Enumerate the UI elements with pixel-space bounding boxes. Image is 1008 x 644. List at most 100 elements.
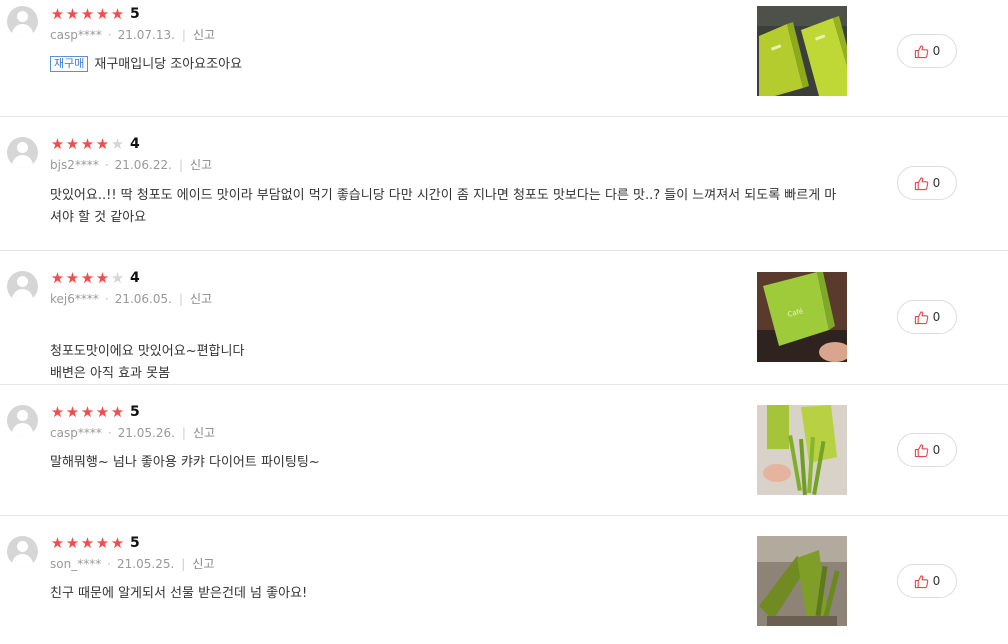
review-date: 21.06.22.	[114, 157, 172, 172]
star-icon: ★	[95, 5, 110, 23]
review-photo[interactable]	[757, 405, 847, 495]
rating-score: 4	[130, 136, 140, 152]
star-icon: ★	[50, 135, 65, 153]
review-meta: kej6**** · 21.06.05. | 신고	[50, 290, 213, 307]
like-count: 0	[932, 443, 941, 457]
review-body: 친구 때문에 알게되서 선물 받은건데 넘 좋아요!	[50, 586, 308, 601]
review-date: 21.06.05.	[114, 291, 172, 306]
like-button[interactable]: 0	[897, 300, 957, 334]
review-photo[interactable]	[757, 6, 847, 96]
product-hand-photo: Café	[757, 272, 847, 362]
report-link[interactable]: 신고	[190, 290, 212, 307]
review-meta: son_**** · 21.05.25. | 신고	[50, 555, 215, 572]
star-rating: ★ ★ ★ ★ ★	[50, 269, 125, 287]
review-body: 맛있어요..!! 딱 청포도 에이드 맛이라 부담없이 먹기 좋습니당 다만 시…	[50, 188, 837, 225]
review-meta: bjs2**** · 21.06.22. | 신고	[50, 156, 213, 173]
review-item: ★ ★ ★ ★ ★ 4 bjs2**** · 21.06.22. | 신고 맛있어요..…	[0, 117, 1008, 251]
user-id: kej6****	[50, 291, 99, 306]
review-body: 재구매입니당 조아요조아요	[94, 57, 243, 72]
thumbs-up-icon	[914, 44, 928, 58]
review-item: ★ ★ ★ ★ ★ 4 kej6**** · 21.06.05. | 신고 청포도맛이에…	[0, 251, 1008, 385]
star-rating: ★ ★ ★ ★ ★	[50, 5, 125, 23]
report-link[interactable]: 신고	[192, 555, 214, 572]
star-icon: ★	[95, 403, 110, 421]
rating-score: 5	[130, 404, 140, 420]
like-button[interactable]: 0	[897, 34, 957, 68]
review-item: ★ ★ ★ ★ ★ 5 casp**** · 21.05.26. | 신고 말해뭐행~ …	[0, 385, 1008, 516]
review-item: ★ ★ ★ ★ ★ 5 casp**** · 21.07.13. | 신고 재구매 재구매…	[0, 0, 1008, 117]
review-meta: casp**** · 21.05.26. | 신고	[50, 424, 216, 441]
like-count: 0	[932, 310, 941, 324]
star-icon: ★	[65, 403, 80, 421]
like-count: 0	[932, 44, 941, 58]
rating: ★ ★ ★ ★ ★ 5	[50, 403, 140, 421]
rating: ★ ★ ★ ★ ★ 5	[50, 534, 140, 552]
star-icon: ★	[95, 135, 110, 153]
repurchase-badge: 재구매	[50, 56, 89, 72]
review-text: 말해뭐행~ 넘나 좋아용 캬캬 다이어트 파이팅팅~	[50, 452, 840, 474]
report-link[interactable]: 신고	[190, 156, 212, 173]
report-link[interactable]: 신고	[193, 26, 215, 43]
review-text: 재구매 재구매입니당 조아요조아요	[50, 54, 840, 76]
star-icon: ★	[110, 534, 125, 552]
thumbs-up-icon	[914, 310, 928, 324]
star-icon: ★	[65, 534, 80, 552]
avatar	[7, 536, 38, 567]
star-icon: ★	[110, 403, 125, 421]
star-icon: ★	[80, 5, 95, 23]
star-icon: ★	[110, 5, 125, 23]
rating-score: 4	[130, 270, 140, 286]
star-icon: ★	[65, 5, 80, 23]
avatar	[7, 137, 38, 168]
review-photo[interactable]: Café	[757, 272, 847, 362]
star-icon: ★	[110, 135, 125, 153]
star-icon: ★	[80, 403, 95, 421]
star-icon: ★	[65, 135, 80, 153]
rating: ★ ★ ★ ★ ★ 4	[50, 135, 140, 153]
star-rating: ★ ★ ★ ★ ★	[50, 534, 125, 552]
avatar	[7, 271, 38, 302]
avatar	[7, 405, 38, 436]
rating: ★ ★ ★ ★ ★ 4	[50, 269, 140, 287]
star-rating: ★ ★ ★ ★ ★	[50, 403, 125, 421]
like-count: 0	[932, 574, 941, 588]
review-body: 말해뭐행~ 넘나 좋아용 캬캬 다이어트 파이팅팅~	[50, 455, 320, 470]
review-item: ★ ★ ★ ★ ★ 5 son_**** · 21.05.25. | 신고 친구 때문에…	[0, 516, 1008, 644]
review-date: 21.05.25.	[117, 556, 175, 571]
report-link[interactable]: 신고	[193, 424, 215, 441]
star-rating: ★ ★ ★ ★ ★	[50, 135, 125, 153]
star-icon: ★	[95, 534, 110, 552]
rating-score: 5	[130, 535, 140, 551]
product-sticks-photo	[757, 405, 847, 495]
star-icon: ★	[110, 269, 125, 287]
star-icon: ★	[50, 5, 65, 23]
review-date: 21.07.13.	[117, 27, 175, 42]
review-date: 21.05.26.	[117, 425, 175, 440]
star-icon: ★	[80, 534, 95, 552]
product-box-photo	[757, 6, 847, 96]
thumbs-up-icon	[914, 443, 928, 457]
like-button[interactable]: 0	[897, 433, 957, 467]
thumbs-up-icon	[914, 176, 928, 190]
review-text: 친구 때문에 알게되서 선물 받은건데 넘 좋아요!	[50, 583, 840, 605]
like-button[interactable]: 0	[897, 166, 957, 200]
like-count: 0	[932, 176, 941, 190]
star-icon: ★	[50, 403, 65, 421]
product-sticks-photo	[757, 536, 847, 626]
star-icon: ★	[80, 135, 95, 153]
user-id: bjs2****	[50, 157, 99, 172]
review-body: 청포도맛이에요 맛있어요~편합니다 배변은 아직 효과 못봄	[50, 344, 245, 381]
like-button[interactable]: 0	[897, 564, 957, 598]
avatar	[7, 6, 38, 37]
rating-score: 5	[130, 6, 140, 22]
star-icon: ★	[95, 269, 110, 287]
review-photo[interactable]	[757, 536, 847, 626]
review-text: 청포도맛이에요 맛있어요~편합니다 배변은 아직 효과 못봄	[50, 319, 840, 385]
star-icon: ★	[50, 269, 65, 287]
user-id: son_****	[50, 556, 102, 571]
rating: ★ ★ ★ ★ ★ 5	[50, 5, 140, 23]
star-icon: ★	[65, 269, 80, 287]
user-id: casp****	[50, 27, 102, 42]
thumbs-up-icon	[914, 574, 928, 588]
review-meta: casp**** · 21.07.13. | 신고	[50, 26, 216, 43]
